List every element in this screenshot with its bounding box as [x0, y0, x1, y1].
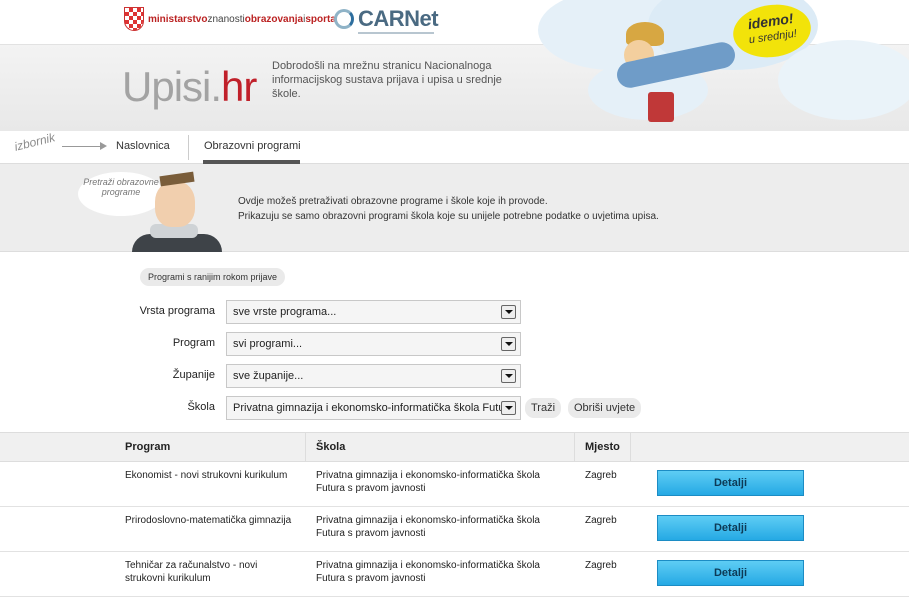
nav-item-naslovnica[interactable]: Naslovnica	[116, 140, 170, 152]
chevron-down-icon[interactable]	[501, 401, 516, 415]
table-row: Ekonomist - novi strukovni kurikulum Pri…	[0, 462, 909, 507]
vrsta-label: Vrsta programa	[139, 305, 215, 317]
program-cell: Prirodoslovno-matematička gimnazija	[125, 515, 292, 526]
ministry-logo[interactable]: ministarstvoznanostiobrazovanjaisporta	[124, 7, 336, 31]
table-header: Program Škola Mjesto	[0, 432, 909, 462]
table-row: Prirodoslovno-matematička gimnazija Priv…	[0, 507, 909, 552]
skola-select[interactable]: Privatna gimnazija i ekonomsko-informati…	[226, 396, 521, 420]
program-cell: Ekonomist - novi strukovni kurikulum	[125, 470, 288, 481]
program-label: Program	[172, 337, 215, 349]
program-cell: Tehničar za računalstvo - novi strukovni…	[125, 560, 258, 584]
arrow-right-icon	[100, 142, 107, 150]
column-header-mjesto: Mjesto	[585, 441, 620, 453]
croatian-crest-icon	[124, 7, 144, 31]
carnet-logo[interactable]: CARNet	[334, 6, 439, 34]
welcome-text: Dobrodošli na mrežnu stranicu Nacionalno…	[272, 60, 502, 100]
chevron-down-icon[interactable]	[501, 337, 516, 351]
school-cell: Privatna gimnazija i ekonomsko-informati…	[316, 515, 540, 539]
program-value: svi programi...	[233, 338, 303, 350]
chevron-down-icon[interactable]	[501, 305, 516, 319]
skola-label: Škola	[187, 401, 215, 413]
table-row: Tehničar za računalstvo - novi strukovni…	[0, 552, 909, 597]
column-header-program: Program	[125, 441, 171, 453]
arrow-line-icon	[62, 146, 102, 147]
intro-line-2: Prikazuju se samo obrazovni programi ško…	[238, 211, 659, 222]
carnet-swirl-icon	[334, 9, 354, 29]
search-bubble: Pretraži obrazovne programe	[78, 172, 164, 216]
column-divider	[630, 433, 631, 461]
carnet-name: CARNet	[358, 6, 439, 31]
program-select[interactable]: svi programi...	[226, 332, 521, 356]
site-logo[interactable]: Upisi.hr	[122, 63, 257, 111]
zupanije-value: sve županije...	[233, 370, 304, 382]
city-cell: Zagreb	[585, 470, 617, 481]
ministry-name: ministarstvoznanostiobrazovanjaisporta	[148, 13, 336, 25]
early-deadline-toggle[interactable]: Programi s ranijim rokom prijave	[140, 268, 286, 286]
search-button[interactable]: Traži	[525, 398, 562, 418]
vrsta-value: sve vrste programa...	[233, 306, 337, 318]
izbornik-label: izbornik	[12, 130, 57, 154]
school-cell: Privatna gimnazija i ekonomsko-informati…	[316, 560, 540, 584]
chevron-down-icon[interactable]	[501, 369, 516, 383]
schoolbag-icon	[648, 92, 674, 122]
zupanije-label: Županije	[172, 369, 215, 381]
clear-filters-button[interactable]: Obriši uvjete	[568, 398, 642, 418]
skola-value: Privatna gimnazija i ekonomsko-informati…	[233, 402, 503, 414]
main-nav: izbornik Naslovnica Obrazovni programi	[0, 130, 909, 164]
zupanije-select[interactable]: sve županije...	[226, 364, 521, 388]
nav-item-obrazovni-programi[interactable]: Obrazovni programi	[204, 140, 301, 152]
hero-illustration: idemo! u srednju!	[528, 0, 909, 131]
column-divider	[305, 433, 306, 461]
boy-face-icon	[155, 181, 195, 227]
carnet-tagline-line	[358, 32, 434, 34]
city-cell: Zagreb	[585, 515, 617, 526]
details-button[interactable]: Detalji	[657, 515, 804, 541]
results-table: Program Škola Mjesto Ekonomist - novi st…	[0, 432, 909, 597]
details-button[interactable]: Detalji	[657, 470, 804, 496]
school-cell: Privatna gimnazija i ekonomsko-informati…	[316, 470, 540, 494]
search-intro: Pretraži obrazovne programe Ovdje možeš …	[0, 164, 909, 252]
details-button[interactable]: Detalji	[657, 560, 804, 586]
intro-text: Ovdje možeš pretraživati obrazovne progr…	[238, 194, 659, 224]
city-cell: Zagreb	[585, 560, 617, 571]
vrsta-select[interactable]: sve vrste programa...	[226, 300, 521, 324]
column-divider	[574, 433, 575, 461]
column-header-skola: Škola	[316, 441, 346, 453]
nav-divider	[188, 135, 189, 160]
intro-line-1: Ovdje možeš pretraživati obrazovne progr…	[238, 196, 548, 207]
